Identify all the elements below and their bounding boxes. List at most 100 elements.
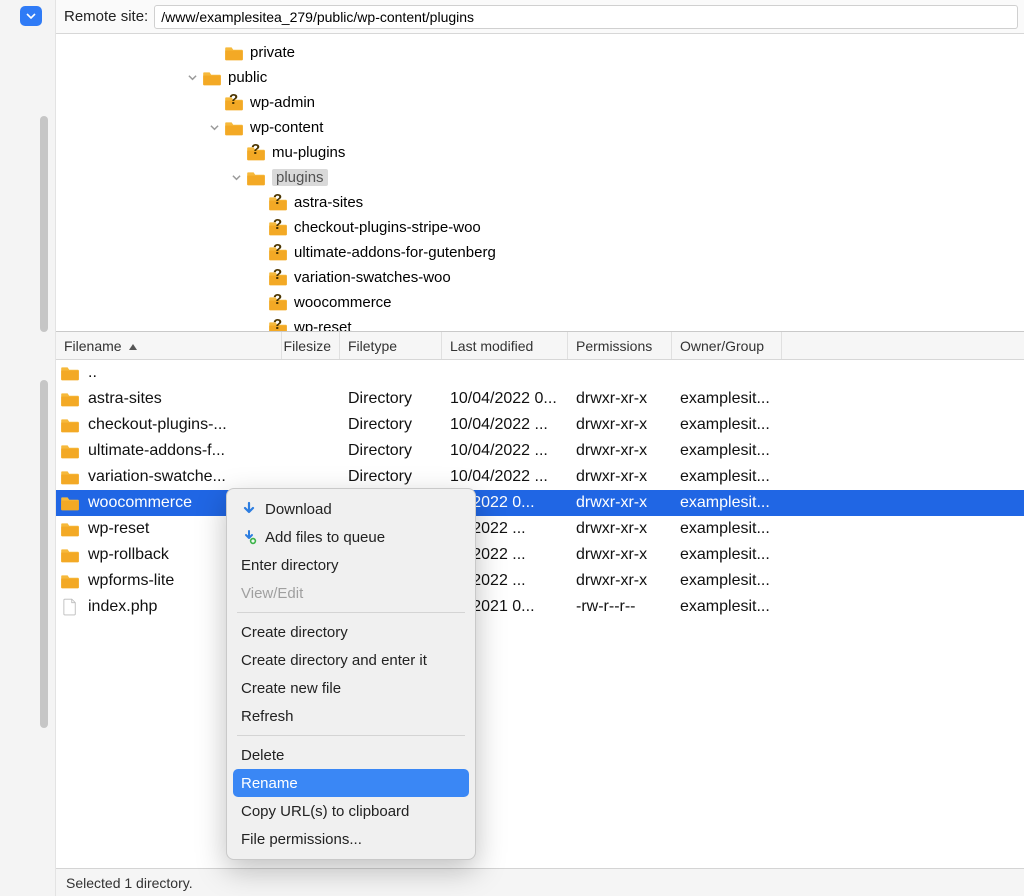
tree-label: wp-content	[250, 119, 323, 136]
header-permissions[interactable]: Permissions	[568, 332, 672, 359]
tree-label: plugins	[272, 169, 328, 186]
ctx-add-to-queue[interactable]: Add files to queue	[227, 523, 475, 551]
status-text: Selected 1 directory.	[66, 875, 193, 891]
file-row[interactable]: ultimate-addons-f...Directory10/04/2022 …	[56, 438, 1024, 464]
header-filesize[interactable]: Filesize	[282, 332, 340, 359]
download-icon	[241, 501, 257, 517]
connections-dropdown-button[interactable]	[20, 6, 42, 26]
header-last-modified[interactable]: Last modified	[442, 332, 568, 359]
ctx-copy-urls[interactable]: Copy URL(s) to clipboard	[227, 797, 475, 825]
address-bar: Remote site:	[56, 0, 1024, 34]
ctx-separator	[237, 612, 465, 613]
expander-open-icon[interactable]	[206, 120, 222, 136]
ctx-enter-directory[interactable]: Enter directory	[227, 551, 475, 579]
tree-row-variation-swatches-woo[interactable]: ?variation-swatches-woo	[56, 265, 1024, 290]
ctx-delete[interactable]: Delete	[227, 741, 475, 769]
file-row[interactable]: wpforms-lite04/2022 ...drwxr-xr-xexample…	[56, 568, 1024, 594]
tree-row-woocommerce[interactable]: ?woocommerce	[56, 290, 1024, 315]
file-permissions: drwxr-xr-x	[568, 416, 672, 434]
file-owner: examplesit...	[672, 572, 782, 590]
ctx-create-directory[interactable]: Create directory	[227, 618, 475, 646]
unknown-folder-icon: ?	[268, 194, 288, 212]
unknown-folder-icon: ?	[268, 269, 288, 287]
header-filename[interactable]: Filename	[56, 332, 282, 359]
ctx-create-new-file[interactable]: Create new file	[227, 674, 475, 702]
remote-path-input[interactable]	[154, 5, 1018, 29]
tree-row-wp-reset[interactable]: ?wp-reset	[56, 315, 1024, 332]
file-row[interactable]: variation-swatche... Directory10/04/2022 …	[56, 464, 1024, 490]
ctx-create-directory-enter[interactable]: Create directory and enter it	[227, 646, 475, 674]
tree-label: wp-admin	[250, 94, 315, 111]
file-list[interactable]: ..astra-sitesDirectory10/04/2022 0...drw…	[56, 360, 1024, 868]
folder-icon	[202, 69, 222, 87]
file-type: Directory	[340, 390, 442, 408]
tree-row-checkout-plugins-stripe-woo[interactable]: ?checkout-plugins-stripe-woo	[56, 215, 1024, 240]
tree-label: mu-plugins	[272, 144, 345, 161]
file-modified: 10/04/2022 ...	[442, 468, 568, 486]
unknown-folder-icon: ?	[268, 319, 288, 333]
unknown-folder-icon: ?	[268, 219, 288, 237]
header-filetype[interactable]: Filetype	[340, 332, 442, 359]
tree-label: public	[228, 69, 267, 86]
expander-open-icon[interactable]	[184, 70, 200, 86]
folder-icon	[60, 495, 80, 511]
tree-row-ultimate-addons-for-gutenberg[interactable]: ?ultimate-addons-for-gutenberg	[56, 240, 1024, 265]
tree-row-mu-plugins[interactable]: ?mu-plugins	[56, 140, 1024, 165]
file-owner: examplesit...	[672, 416, 782, 434]
file-owner: examplesit...	[672, 390, 782, 408]
file-list-header: Filename Filesize Filetype Last modified…	[56, 332, 1024, 360]
tree-label: ultimate-addons-for-gutenberg	[294, 244, 496, 261]
file-name: woocommerce	[88, 494, 192, 512]
ctx-refresh[interactable]: Refresh	[227, 702, 475, 730]
tree-row-wp-admin[interactable]: ? wp-admin	[56, 90, 1024, 115]
expander-none	[250, 320, 266, 333]
tree-row-wp-content[interactable]: wp-content	[56, 115, 1024, 140]
folder-icon	[60, 521, 80, 537]
file-row[interactable]: astra-sitesDirectory10/04/2022 0...drwxr…	[56, 386, 1024, 412]
directory-tree[interactable]: privatepublic?wp-adminwp-content?mu-plug…	[56, 34, 1024, 332]
file-permissions: drwxr-xr-x	[568, 494, 672, 512]
file-type: Directory	[340, 468, 442, 486]
ctx-download[interactable]: Download	[227, 495, 475, 523]
remote-site-label: Remote site:	[64, 8, 148, 25]
tree-row-plugins[interactable]: plugins	[56, 165, 1024, 190]
sort-asc-icon	[128, 338, 138, 354]
expander-open-icon[interactable]	[228, 170, 244, 186]
file-owner: examplesit...	[672, 598, 782, 616]
file-name: checkout-plugins-...	[88, 416, 227, 434]
tree-row-private[interactable]: private	[56, 40, 1024, 65]
header-owner-group[interactable]: Owner/Group	[672, 332, 782, 359]
file-permissions: drwxr-xr-x	[568, 442, 672, 460]
file-row[interactable]: wp-reset28/2022 ...drwxr-xr-xexamplesit.…	[56, 516, 1024, 542]
file-permissions: -rw-r--r--	[568, 598, 672, 616]
tree-label: astra-sites	[294, 194, 363, 211]
folder-icon	[224, 44, 244, 62]
file-row[interactable]: index.php05/2021 0...-rw-r--r--examplesi…	[56, 594, 1024, 620]
folder-icon	[60, 443, 80, 459]
file-row[interactable]: wp-rollback04/2022 ...drwxr-xr-xexamples…	[56, 542, 1024, 568]
file-icon	[60, 599, 80, 615]
ctx-file-permissions[interactable]: File permissions...	[227, 825, 475, 853]
tree-row-astra-sites[interactable]: ? astra-sites	[56, 190, 1024, 215]
ctx-rename[interactable]: Rename	[233, 769, 469, 797]
ctx-separator	[237, 735, 465, 736]
file-permissions: drwxr-xr-x	[568, 520, 672, 538]
file-name: ultimate-addons-f...	[88, 442, 225, 460]
tree-scrollbar[interactable]	[40, 116, 48, 332]
file-owner: examplesit...	[672, 546, 782, 564]
file-type: Directory	[340, 416, 442, 434]
expander-none	[206, 95, 222, 111]
file-permissions: drwxr-xr-x	[568, 572, 672, 590]
file-row[interactable]: checkout-plugins-... Directory10/04/2022 …	[56, 412, 1024, 438]
expander-none	[228, 145, 244, 161]
file-row[interactable]: ..	[56, 360, 1024, 386]
file-row[interactable]: woocommerce04/2022 0...drwxr-xr-xexample…	[56, 490, 1024, 516]
file-modified: 10/04/2022 ...	[442, 416, 568, 434]
list-scrollbar[interactable]	[40, 380, 48, 728]
expander-none	[206, 45, 222, 61]
file-name: variation-swatche...	[88, 468, 226, 486]
file-owner: examplesit...	[672, 442, 782, 460]
tree-row-public[interactable]: public	[56, 65, 1024, 90]
context-menu: Download Add files to queue Enter direct…	[226, 488, 476, 860]
unknown-folder-icon: ?	[224, 94, 244, 112]
